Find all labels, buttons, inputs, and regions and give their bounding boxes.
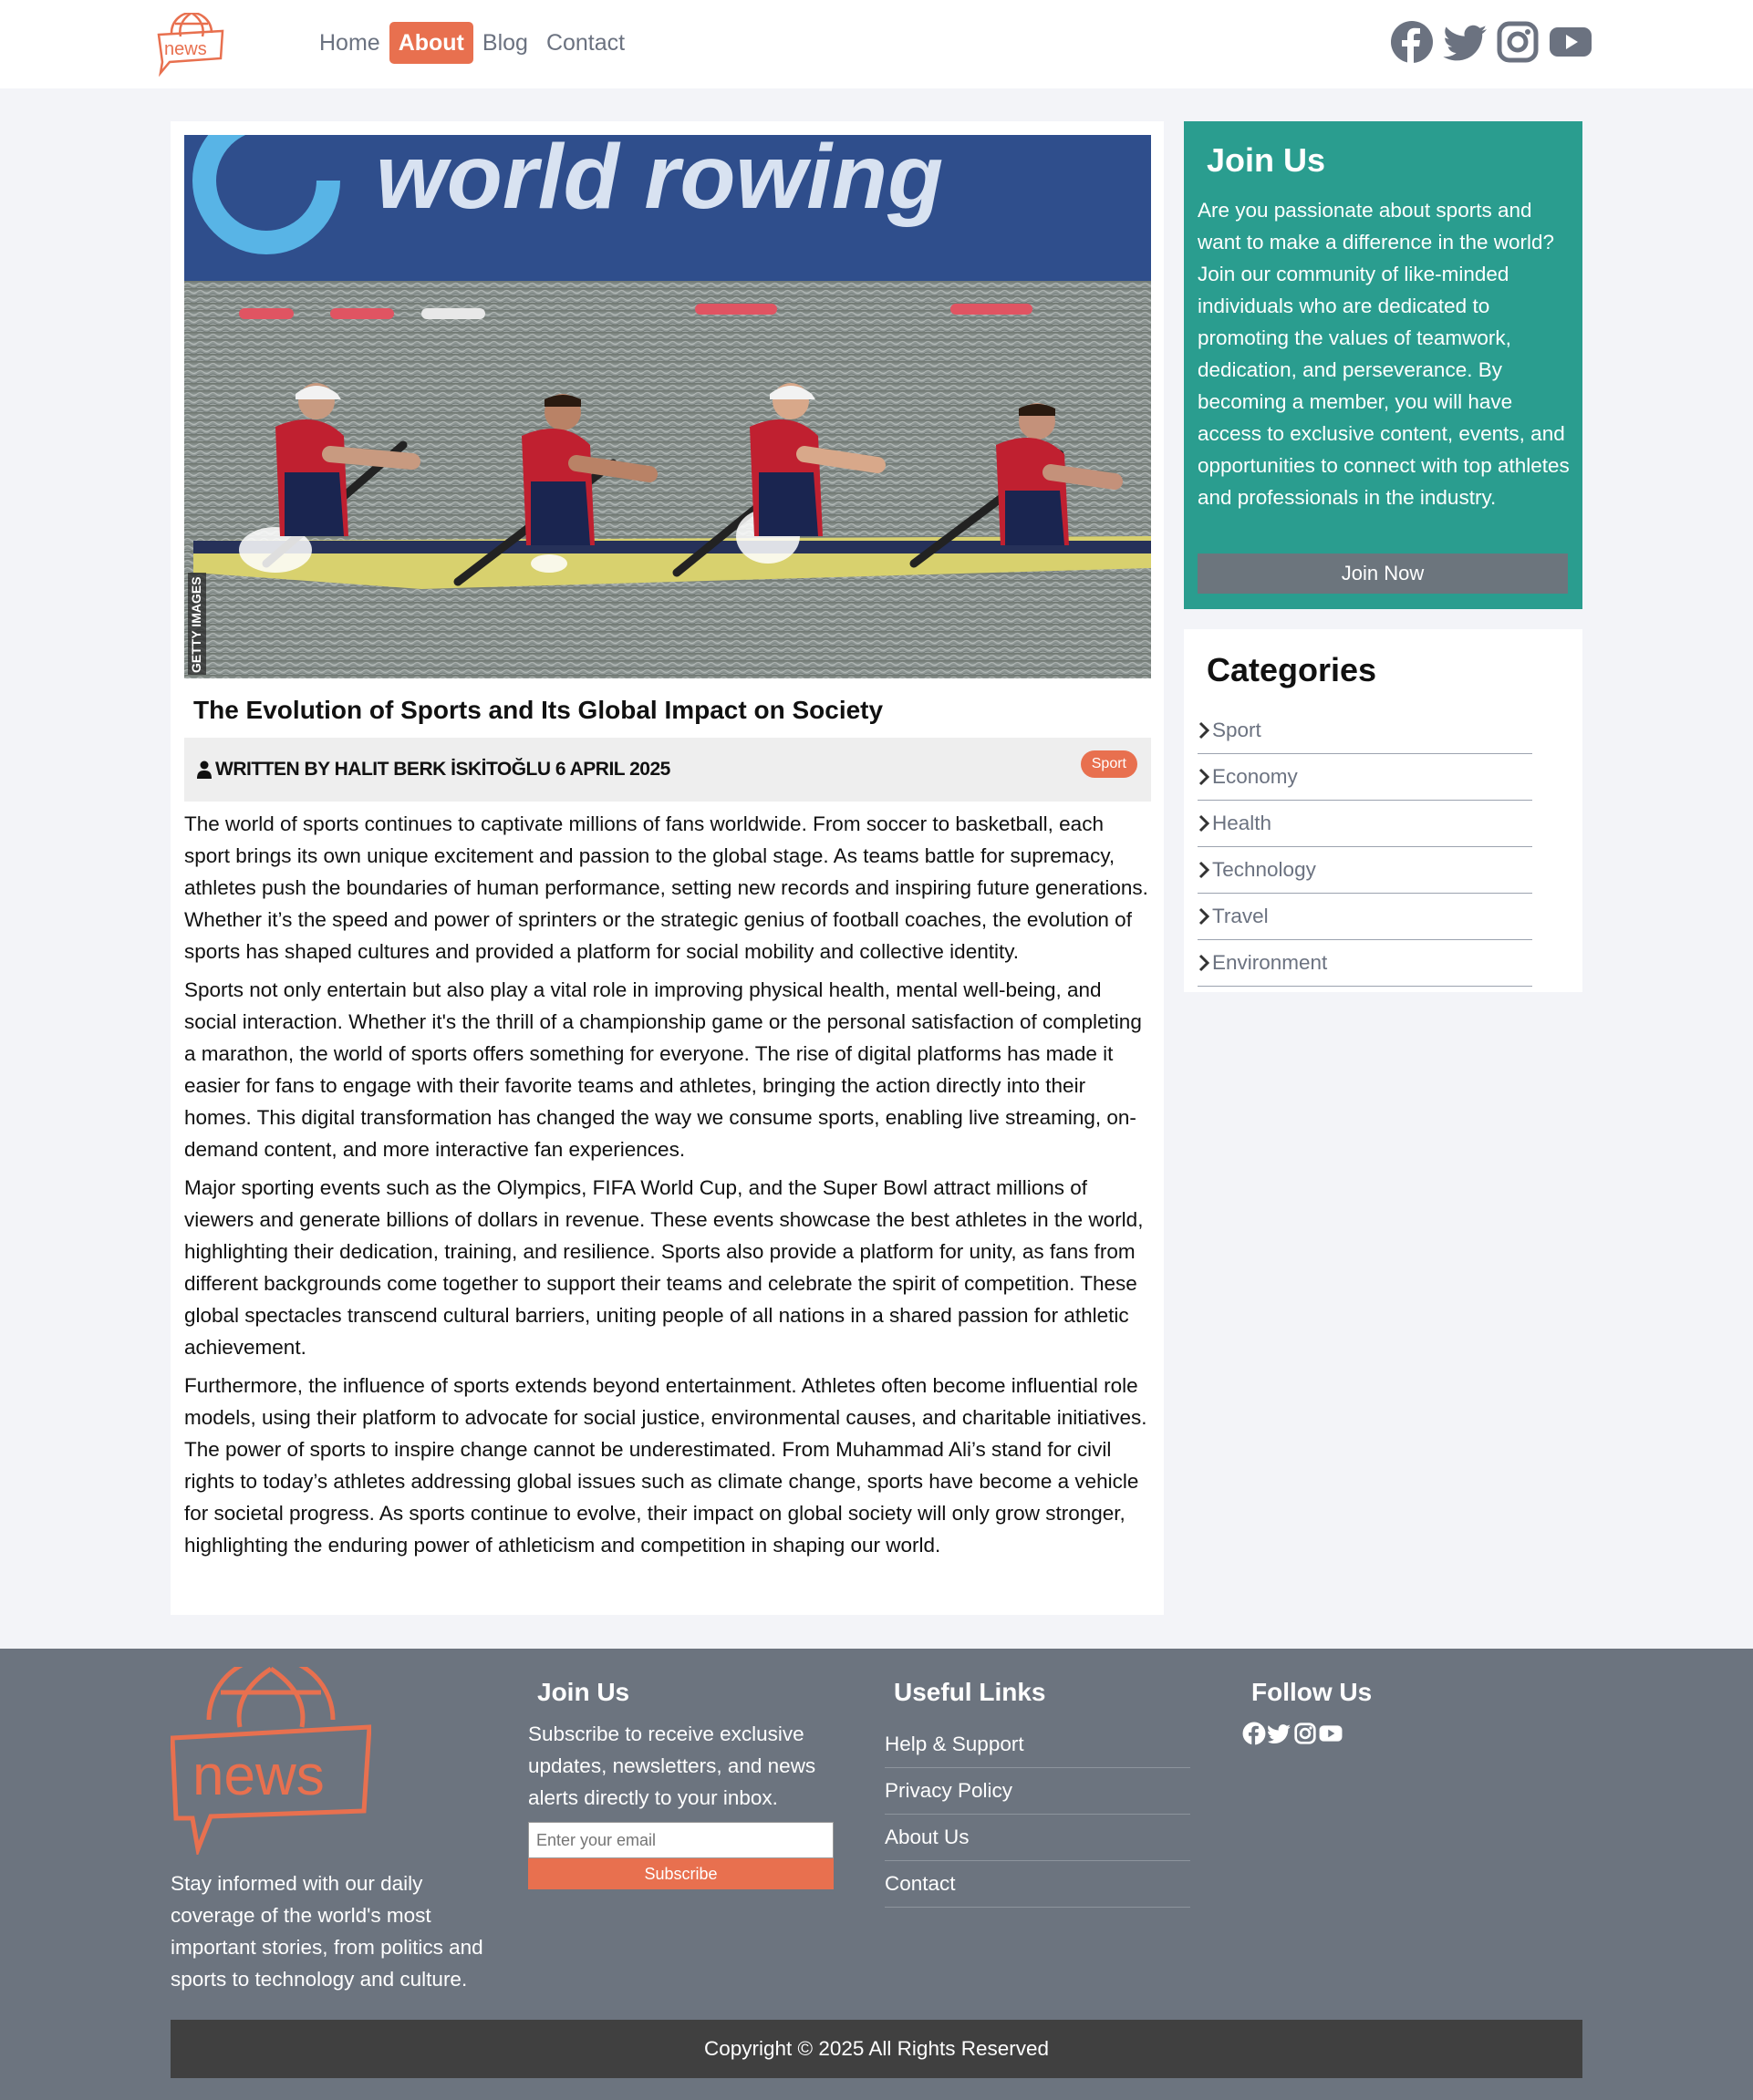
category-label: Economy [1212, 765, 1298, 788]
join-now-button[interactable]: Join Now [1198, 553, 1568, 594]
twitter-icon[interactable] [1268, 1722, 1291, 1745]
footer-links-list: Help & Support Privacy Policy About Us C… [885, 1722, 1190, 1908]
email-input[interactable] [528, 1822, 834, 1858]
twitter-icon[interactable] [1443, 20, 1487, 64]
footer-join-title: Join Us [537, 1678, 630, 1706]
top-navbar: news Home About Blog Contact [0, 0, 1753, 88]
footer-links-title: Useful Links [894, 1678, 1046, 1706]
news-logo-icon[interactable]: news [155, 13, 226, 77]
footer-follow-title: Follow Us [1251, 1678, 1373, 1706]
nav-blog[interactable]: Blog [473, 22, 537, 64]
instagram-icon[interactable] [1293, 1722, 1317, 1745]
category-label: Travel [1212, 905, 1269, 927]
category-item-sport[interactable]: Sport [1198, 708, 1532, 754]
footer-join-text: Subscribe to receive exclusive updates, … [528, 1722, 816, 1809]
categories-card: Categories Sport Economy Health Technolo… [1184, 629, 1582, 992]
join-us-text: Are you passionate about sports and want… [1198, 199, 1570, 509]
footer-link-help[interactable]: Help & Support [885, 1722, 1190, 1768]
svg-text:news: news [192, 1744, 325, 1807]
instagram-icon[interactable] [1496, 20, 1540, 64]
article-paragraph: Sports not only entertain but also play … [184, 978, 1142, 1161]
nav-home[interactable]: Home [310, 22, 389, 64]
user-icon [197, 760, 212, 779]
footer-about-text: Stay informed with our daily coverage of… [171, 1872, 483, 1991]
join-us-title: Join Us [1207, 141, 1326, 179]
article-hero-image: world rowing GETTY IMAGES [184, 135, 1151, 678]
copyright-bar: Copyright © 2025 All Rights Reserved [171, 2020, 1582, 2078]
hero-banner-text: world rowing [376, 135, 943, 228]
site-footer: news Stay informed with our daily covera… [0, 1649, 1753, 2100]
article-card: world rowing GETTY IMAGES The Evolution … [171, 121, 1164, 1615]
article-title: The Evolution of Sports and Its Global I… [193, 696, 884, 724]
youtube-icon[interactable] [1319, 1722, 1343, 1745]
join-us-card: Join Us Are you passionate about sports … [1184, 121, 1582, 609]
chevron-right-icon [1198, 954, 1210, 972]
nav-about[interactable]: About [389, 22, 473, 64]
category-item-health[interactable]: Health [1198, 801, 1532, 847]
article-meta-bar: WRITTEN BY HALIT BERK İSKİTOĞLU 6 APRIL … [184, 738, 1151, 802]
category-item-environment[interactable]: Environment [1198, 940, 1532, 987]
category-item-travel[interactable]: Travel [1198, 894, 1532, 940]
footer-link-about[interactable]: About Us [885, 1815, 1190, 1861]
article-byline: WRITTEN BY HALIT BERK İSKİTOĞLU 6 APRIL … [215, 759, 670, 780]
facebook-icon[interactable] [1242, 1722, 1266, 1745]
subscribe-button[interactable]: Subscribe [528, 1858, 834, 1889]
article-paragraph: Furthermore, the influence of sports ext… [184, 1374, 1147, 1557]
header-social-links [1390, 20, 1592, 64]
main-nav: Home About Blog Contact [310, 22, 634, 64]
chevron-right-icon [1198, 768, 1210, 786]
hero-watermark: GETTY IMAGES [189, 576, 203, 673]
category-item-technology[interactable]: Technology [1198, 847, 1532, 894]
footer-news-logo-icon[interactable]: news [171, 1667, 371, 1855]
category-label: Sport [1212, 719, 1261, 741]
footer-social-icons [1242, 1722, 1343, 1745]
chevron-right-icon [1198, 861, 1210, 879]
category-label: Environment [1212, 951, 1328, 974]
footer-link-privacy[interactable]: Privacy Policy [885, 1768, 1190, 1815]
article-body: The world of sports continues to captiva… [184, 808, 1153, 1567]
categories-title: Categories [1207, 651, 1377, 688]
article-byline-wrap: WRITTEN BY HALIT BERK İSKİTOĞLU 6 APRIL … [197, 759, 670, 781]
article-paragraph: The world of sports continues to captiva… [184, 812, 1148, 963]
svg-text:news: news [164, 39, 207, 59]
article-paragraph: Major sporting events such as the Olympi… [184, 1176, 1144, 1359]
category-badge[interactable]: Sport [1080, 750, 1137, 778]
youtube-icon[interactable] [1549, 20, 1592, 64]
footer-link-contact[interactable]: Contact [885, 1861, 1190, 1908]
chevron-right-icon [1198, 721, 1210, 740]
category-label: Health [1212, 812, 1272, 834]
categories-list: Sport Economy Health Technology Travel E… [1198, 708, 1532, 987]
facebook-icon[interactable] [1390, 20, 1434, 64]
category-item-economy[interactable]: Economy [1198, 754, 1532, 801]
nav-contact[interactable]: Contact [537, 22, 634, 64]
chevron-right-icon [1198, 814, 1210, 833]
chevron-right-icon [1198, 907, 1210, 926]
category-label: Technology [1212, 858, 1316, 881]
